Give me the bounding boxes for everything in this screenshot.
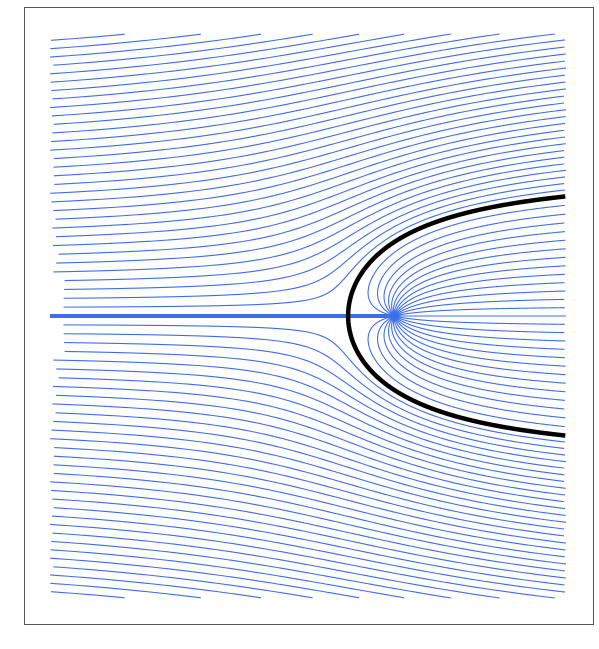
plot-svg: [24, 7, 594, 625]
streamline-plot: [0, 0, 599, 649]
